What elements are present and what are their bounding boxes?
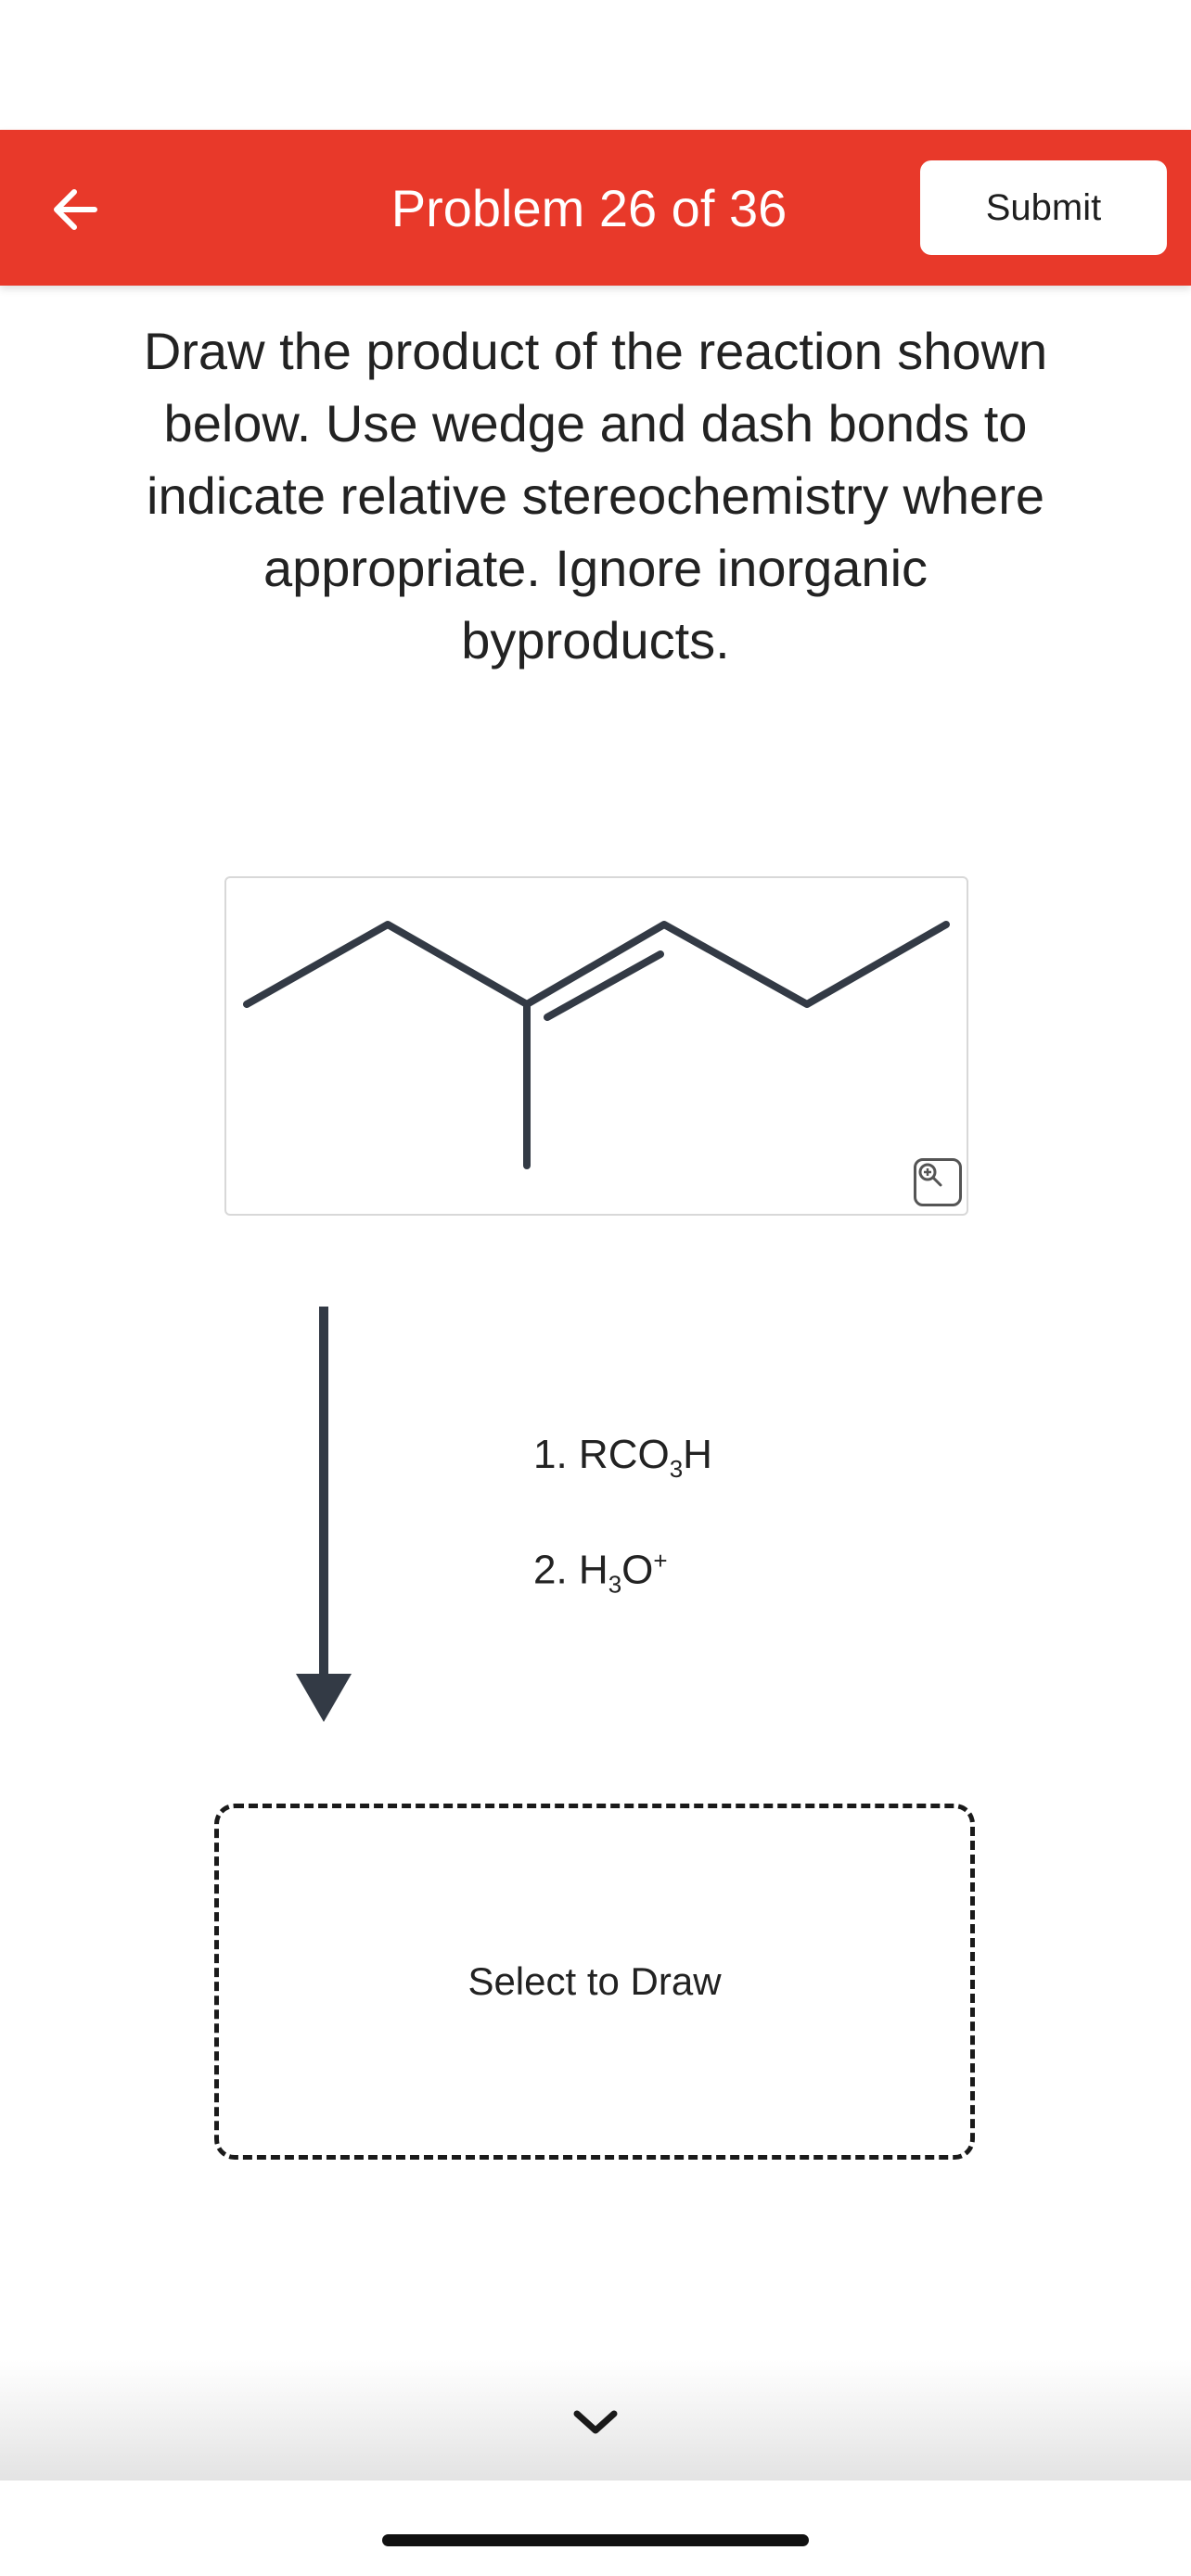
submit-button[interactable]: Submit bbox=[920, 160, 1167, 255]
zoom-button[interactable] bbox=[914, 1158, 962, 1206]
chevron-down-icon bbox=[573, 2410, 618, 2434]
reaction-arrow bbox=[296, 1307, 352, 1722]
question-line: appropriate. Ignore inorganic bbox=[263, 539, 928, 597]
question-line: byproducts. bbox=[461, 611, 730, 670]
back-button[interactable] bbox=[46, 180, 106, 239]
page-title: Problem 26 of 36 bbox=[391, 178, 788, 237]
question-line: Draw the product of the reaction shown bbox=[143, 322, 1048, 380]
zoom-in-icon bbox=[918, 1163, 942, 1187]
question-text: Draw the product of the reaction shown b… bbox=[65, 315, 1126, 677]
reactant-molecule bbox=[243, 921, 950, 1169]
question-line: indicate relative stereochemistry where bbox=[147, 466, 1044, 525]
select-to-draw-label: Select to Draw bbox=[467, 1959, 722, 2003]
arrow-left-icon bbox=[54, 189, 97, 230]
reagent-step-2: 2. H3O+ bbox=[533, 1547, 668, 1599]
home-indicator[interactable] bbox=[382, 2534, 809, 2546]
answer-draw-area[interactable]: Select to Draw bbox=[214, 1804, 975, 2160]
expand-button[interactable] bbox=[562, 2397, 629, 2449]
reagent-step-1: 1. RCO3H bbox=[533, 1432, 712, 1483]
bottom-safe-area bbox=[0, 2480, 1191, 2576]
reactant-structure-box bbox=[224, 876, 968, 1216]
header-bar: Problem 26 of 36 Submit bbox=[0, 130, 1191, 286]
question-line: below. Use wedge and dash bonds to bbox=[163, 394, 1028, 453]
